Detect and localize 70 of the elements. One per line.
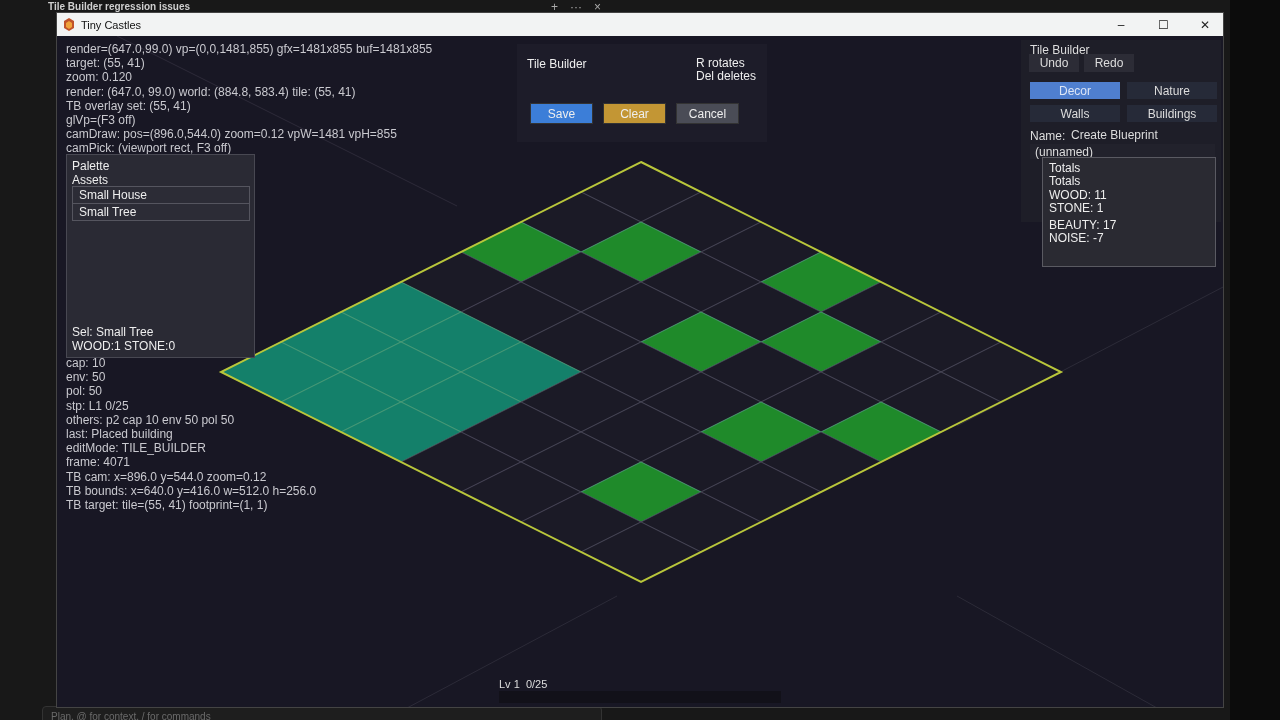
window-control-button[interactable]: ✕ <box>1187 16 1223 33</box>
grass-tile[interactable] <box>580 221 702 283</box>
cost-label: WOOD:1 STONE:0 <box>72 339 177 353</box>
debug-line: pol: 50 <box>66 384 104 399</box>
water-tile[interactable] <box>280 311 402 373</box>
debug-line: last: Placed building <box>66 427 174 442</box>
window-title: Tiny Castles <box>81 18 143 31</box>
tab-action-button[interactable]: × <box>592 0 604 14</box>
category-tab[interactable]: Buildings <box>1127 105 1217 122</box>
water-tile[interactable] <box>340 341 462 403</box>
debug-line: TB overlay set: (55, 41) <box>66 98 192 113</box>
debug-line: render: (647.0, 99.0) world: (884.8, 583.4) tile: (55, 41) <box>66 84 357 99</box>
category-tab[interactable]: Nature <box>1127 82 1217 99</box>
dialog-title: Tile Builder <box>527 57 587 71</box>
totals-line: WOOD: 11 <box>1049 188 1108 202</box>
grass-tile[interactable] <box>700 401 822 463</box>
panel-title: Tile Builder <box>1030 43 1090 57</box>
debug-line: glVp=(F3 off) <box>66 113 137 128</box>
debug-line: cap: 10 <box>66 356 107 371</box>
totals-line: Totals <box>1049 175 1082 189</box>
totals-line: NOISE: -7 <box>1049 232 1105 246</box>
totals-line: STONE: 1 <box>1049 201 1105 216</box>
tab-action-button[interactable]: + <box>549 0 560 14</box>
grass-tile[interactable] <box>640 311 762 373</box>
grass-tile[interactable] <box>580 461 702 523</box>
cancel-button[interactable]: Cancel <box>676 103 739 124</box>
water-tile[interactable] <box>460 341 582 403</box>
water-tile[interactable] <box>340 281 462 343</box>
debug-line: others: p2 cap 10 env 50 pol 50 <box>66 412 236 427</box>
tab-action-button[interactable]: ··· <box>568 0 584 14</box>
debug-line: TB bounds: x=640.0 y=416.0 w=512.0 h=256.0 <box>66 483 317 499</box>
selection-label: Sel: Small Tree <box>72 325 155 339</box>
key-hint: Del deletes <box>696 70 757 83</box>
grass-tile[interactable] <box>760 311 882 373</box>
debug-line: render=(647.0,99.0) vp=(0,0,1481,855) gfx=1481x855 buf=1481x855 <box>66 42 433 57</box>
debug-line: editMode: TILE_BUILDER <box>66 441 207 456</box>
water-tile[interactable] <box>400 371 522 433</box>
castle-icon <box>63 18 75 31</box>
category-tab[interactable]: Walls <box>1030 105 1120 122</box>
history-button[interactable]: Undo <box>1029 54 1079 72</box>
grass-tile[interactable] <box>760 251 882 313</box>
section-label: Assets <box>72 173 109 187</box>
debug-line: target: (55, 41) <box>66 56 146 71</box>
totals-line: BEAUTY: 17 <box>1049 219 1118 233</box>
create-blueprint-button[interactable]: Create Blueprint <box>1071 128 1158 142</box>
asset-list-item[interactable]: Small Tree <box>72 203 250 221</box>
debug-line: frame: 4071 <box>66 455 132 470</box>
debug-line: camPick: (viewport rect, F3 off) <box>66 141 233 156</box>
window-control-button[interactable]: – <box>1103 16 1139 33</box>
grass-tile[interactable] <box>460 221 582 283</box>
water-tile[interactable] <box>280 371 402 433</box>
debug-line: camDraw: pos=(896.0,544.0) zoom=0.12 vpW=1481 vpH=855 <box>66 127 398 142</box>
water-tile[interactable] <box>340 401 462 463</box>
debug-line: env: 50 <box>66 370 107 385</box>
window-control-button[interactable]: ☐ <box>1145 16 1181 33</box>
debug-line: zoom: 0.120 <box>66 70 134 85</box>
debug-line: stp: L1 0/25 <box>66 398 130 413</box>
key-hint: R rotates <box>696 57 746 70</box>
totals-line: Totals <box>1049 162 1082 176</box>
debug-line: TB cam: x=896.0 y=544.0 zoom=0.12 <box>66 469 268 484</box>
name-label: Name: <box>1030 129 1066 143</box>
debug-line: TB target: tile=(55, 41) footprint=(1, 1) <box>66 498 269 513</box>
panel-title: Palette <box>72 159 111 173</box>
save-button[interactable]: Save <box>530 103 593 124</box>
editor-tab-title: Tile Builder regression issues <box>48 1 191 12</box>
history-button[interactable]: Redo <box>1084 54 1134 72</box>
level-label: Lv 1 0/25 <box>499 678 549 690</box>
asset-list-item[interactable]: Small House <box>72 186 250 204</box>
grass-tile[interactable] <box>820 401 942 463</box>
water-tile[interactable] <box>400 311 522 373</box>
